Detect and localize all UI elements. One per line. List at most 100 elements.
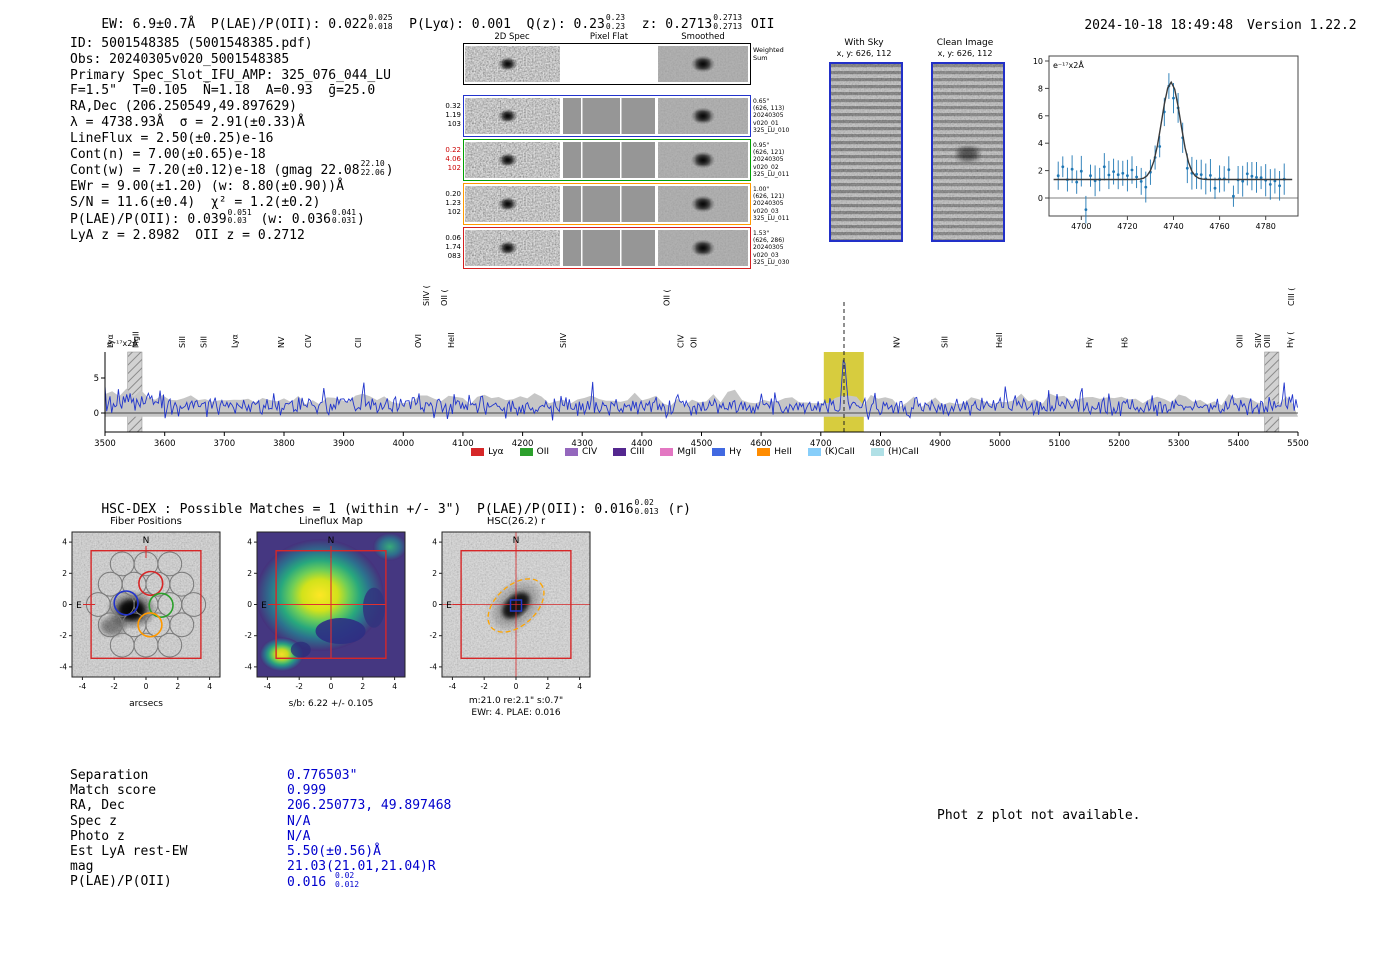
line-marker-label: HeII [995,332,1004,348]
y-tick-label: 0 [432,600,437,609]
row-pixelflat-stamp [563,98,655,134]
data-point [1135,175,1138,179]
column-header-pixelflat: Pixel Flat [589,32,629,42]
row-pixelflat-stamp [563,230,655,266]
clean-image-title: Clean Image [936,38,994,48]
legend-swatch [471,448,485,456]
line-marker-label: CIII ( [1287,288,1296,306]
line-marker-label: Lyα [230,334,239,348]
y-tick-label: -2 [245,631,253,640]
column-header-2dspec: 2D Spec [494,32,530,42]
ew-plae-text: EW: 6.9±0.7Å P(LAE)/P(OII): 0.022 [101,17,368,32]
line-marker-label: OIII [1236,335,1245,348]
line-marker-label: SiIV [559,332,568,348]
legend-item: MgII [660,447,696,457]
legend-swatch [565,448,579,456]
data-point [1172,96,1175,100]
data-point [1079,169,1083,173]
line-marker-label: CIV [304,334,313,348]
y-tick-label: 4 [432,538,437,547]
line-marker-label: HeII [447,332,456,348]
data-point [1158,145,1162,148]
y-tick-label: -2 [60,631,68,640]
match-table-row: mag 21.03(21.01,21.04)R [70,859,451,874]
y-tick-label: 6 [1038,112,1043,121]
info-line-lambda: λ = 4738.93Å σ = 2.91(±0.33)Å [70,114,305,130]
legend-swatch [519,448,533,456]
with-sky-image [829,62,903,242]
legend-swatch [807,448,821,456]
line-marker-label: NV [277,336,286,348]
masked-band [1264,351,1280,433]
info-line-ewr: EWr = 9.00(±1.20) (w: 8.80(±0.90))Å [70,179,344,195]
legend-swatch [660,448,674,456]
sky-cutouts-section: With Sky x, y: 626, 112 Clean Image x, y… [828,38,1008,253]
match-field-label: P(LAE)/P(OII) [70,874,172,890]
x-tick-label: 4 [577,682,582,691]
x-tick-label: 4780 [1256,222,1276,231]
with-sky-title: With Sky [844,38,884,48]
info-line-contn: Cont(n) = 7.00(±0.65)e-18 [70,146,266,162]
row-pixelflat-stamp [563,142,655,178]
match-field-value: 21.03(21.01,21.04)R [287,859,436,875]
line-marker-label: OII ( [440,289,449,306]
gmag-uncertainty: 22.10 22.06 [360,159,385,177]
match-field-value: 0.776503" [287,768,358,783]
info-line-amp: Primary Spec_Slot_IFU_AMP: 325_076_044_L… [70,67,391,83]
row-2dspec-stamp [465,186,560,222]
compass-north: N [513,536,520,546]
with-sky-coords: x, y: 626, 112 [836,49,892,58]
match-field-value: 0.016 0.02 0.012 [287,871,360,891]
panel-title: Fiber Positions [110,516,182,527]
data-point [1213,186,1217,190]
legend-item: CIII [613,447,644,457]
data-point [1199,173,1203,176]
panel-title: HSC(26.2) r [487,516,546,527]
x-tick-label: 4700 [1071,222,1091,231]
data-point [1185,166,1189,170]
data-point [1116,173,1120,177]
data-point [1107,173,1111,177]
cutout-row-weights: 0.06 1.74 083 [445,234,461,260]
row-smoothed-stamp [658,186,748,222]
match-table-row: Spec z N/A [70,814,451,829]
row-smoothed-stamp [658,98,748,134]
row-smoothed-stamp [658,230,748,266]
data-point [1209,174,1212,177]
legend-item: OII [519,447,549,457]
data-point [1130,168,1134,172]
line-marker-label: OII ( [662,289,671,306]
hsc-r-image-panel: N E -4 -4 -2 -2 0 0 2 2 4 4 HSC(26.2) r m:21.0 re:2… [430,516,591,718]
x-tick-label: 0 [514,682,519,691]
info-line-obs: Obs: 20240305v020_5001548385 [70,51,290,67]
legend-swatch [870,448,884,456]
data-point [1070,167,1074,171]
line-marker-label: Hγ ( [1286,332,1295,348]
line-marker-label: OIII [1263,335,1272,348]
line-marker-label: SiII [199,336,208,348]
legend-item: Hγ [712,447,741,457]
x-tick-label: 2 [175,682,180,691]
x-tick-label: -4 [79,682,87,691]
match-field-value: 206.250773, 49.897468 [287,798,452,814]
y-tick-label: 10 [1033,57,1043,66]
row-2dspec-stamp [465,142,560,178]
x-tick-label: -2 [110,682,118,691]
match-table-row: Photo z N/A [70,829,451,844]
match-field-label: Match score [70,783,157,799]
y-tick-label: 0 [94,409,99,419]
cutout-row-meta: 0.95" (626, 121) 20240305 v020_02 325_LU_011 [753,142,790,178]
highlight-band [823,352,864,432]
cutout-row-weights: 0.20 1.23 102 [445,190,461,216]
plae-uncertainty: 0.051 0.03 [227,207,252,226]
x-tick-label: 2 [545,682,550,691]
x-tick-label: -2 [295,682,303,691]
uncertainty: 0.02 0.012 [334,871,360,889]
y-tick-label: 5 [94,374,99,384]
compass-east: E [261,601,267,611]
weighted-pixelflat-stamp [563,46,655,82]
data-point [1268,183,1272,186]
data-point [1227,168,1231,172]
line-marker-label: Lyα [106,334,115,348]
line-marker-label: CIV [677,334,686,348]
